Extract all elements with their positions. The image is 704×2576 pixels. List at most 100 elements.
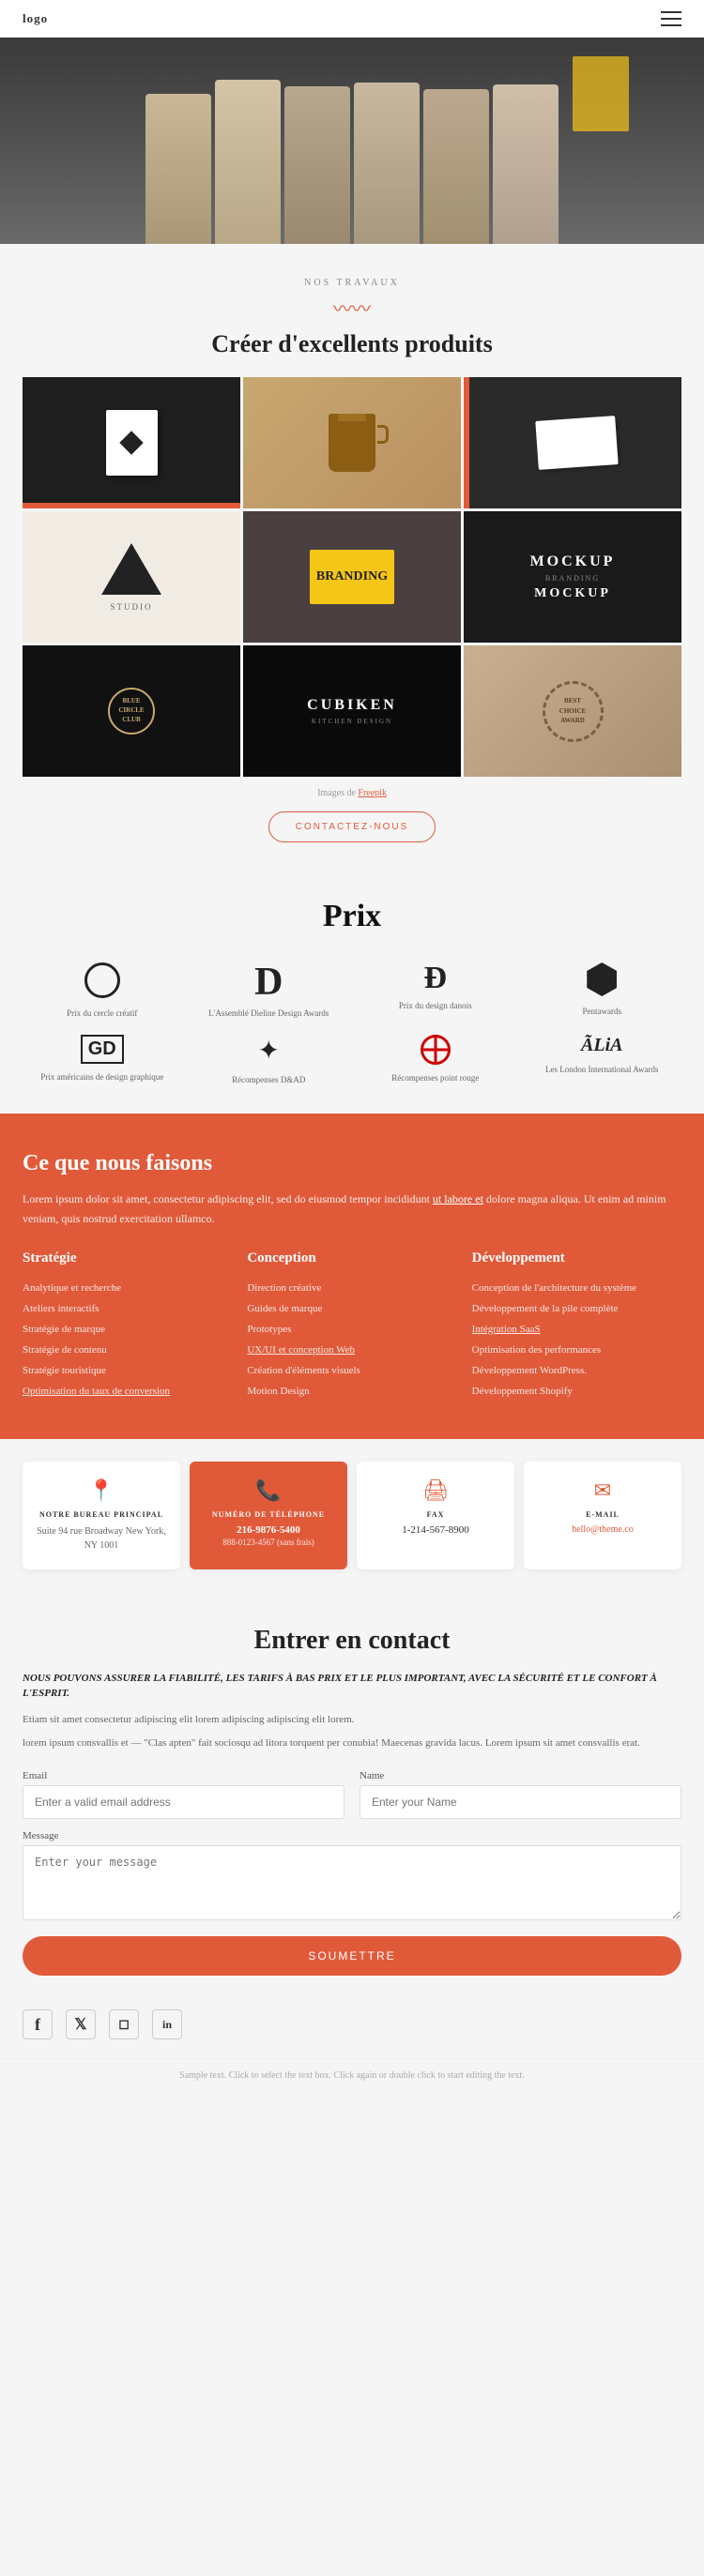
award-lia: ÃLiA Les London International Awards <box>523 1035 682 1086</box>
award-rouge: Récompenses point rouge <box>356 1035 515 1086</box>
name-input[interactable] <box>360 1785 681 1819</box>
award-dansk: Ð Prix du design danois <box>356 962 515 1020</box>
email-field-container: Email <box>23 1770 344 1819</box>
message-label: Message <box>23 1830 681 1841</box>
office-icon: 📍 <box>32 1478 171 1503</box>
grid-item-8[interactable]: CUBIKEN KITCHEN DESIGN <box>243 645 461 777</box>
instagram-icon[interactable]: ◻ <box>109 2009 139 2039</box>
strategie-title: Stratégie <box>23 1250 232 1266</box>
office-text: Suite 94 rue Broadway New York, NY 1001 <box>32 1524 171 1553</box>
grid-item-6[interactable]: MOCKUP BRANDING MOCKUP <box>464 511 681 643</box>
award-dieline: D L'Assemblé Dieline Design Awards <box>190 962 349 1020</box>
gd-icon: GD <box>81 1035 124 1064</box>
fax-icon: 🖨 <box>366 1478 505 1503</box>
conception-item-5: Création d'éléments visuels <box>247 1360 456 1381</box>
phone-card: 📞 NUMÉRO DE TÉLÉPHONE 216-9876-5400 888-… <box>190 1462 347 1569</box>
office-title: NOTRE BUREAU PRINCIPAL <box>32 1510 171 1519</box>
award-label: L'Assemblé Dieline Design Awards <box>208 1008 329 1020</box>
message-input[interactable] <box>23 1845 681 1920</box>
prix-title: Prix <box>23 899 681 934</box>
section-label: NOS TRAVAUX <box>23 278 681 288</box>
name-field-container: Name <box>360 1770 681 1819</box>
hamburger-menu[interactable] <box>661 11 681 26</box>
email-input[interactable] <box>23 1785 344 1819</box>
grid-item-2[interactable] <box>243 377 461 508</box>
services-title: Ce que nous faisons <box>23 1151 681 1176</box>
twitter-icon[interactable]: 𝕏 <box>66 2009 96 2039</box>
footer: Sample text. Click to select the text bo… <box>0 2058 704 2099</box>
email-label: Email <box>23 1770 344 1781</box>
award-label: Pentawards <box>583 1006 622 1018</box>
form-body1: Etiam sit amet consectetur adipiscing el… <box>23 1711 681 1729</box>
strategie-item-1: Analytique et recherche <box>23 1278 232 1298</box>
wave-icon: ✦ <box>258 1035 280 1067</box>
services-intro: Lorem ipsum dolor sit amet, consectetur … <box>23 1190 681 1228</box>
services-link[interactable]: ut labore et <box>433 1192 483 1205</box>
services-columns: Stratégie Analytique et recherche Atelie… <box>23 1250 681 1402</box>
award-pentawards: Pentawards <box>523 962 682 1020</box>
developpement-title: Développement <box>472 1250 681 1266</box>
dev-item-6: Développement Shopify <box>472 1381 681 1402</box>
conception-item-2: Guides de marque <box>247 1298 456 1319</box>
conception-item-6: Motion Design <box>247 1381 456 1402</box>
footer-note: Sample text. Click to select the text bo… <box>23 2070 681 2081</box>
grid-item-1[interactable] <box>23 377 240 508</box>
contact-cards: 📍 NOTRE BUREAU PRINCIPAL Suite 94 rue Br… <box>0 1439 704 1592</box>
phone-number-2: 888-0123-4567 (sans frais) <box>199 1538 338 1547</box>
award-gd: GD Prix américains de design graphique <box>23 1035 182 1086</box>
logo: logo <box>23 11 48 26</box>
form-body2: lorem ipsum consvallis et — "Clas apten"… <box>23 1735 681 1752</box>
hex-icon <box>587 962 617 996</box>
globe-icon <box>421 1035 451 1065</box>
hero-section <box>0 38 704 244</box>
social-bar: f 𝕏 ◻ in <box>0 1998 704 2058</box>
freepik-link[interactable]: Freepik <box>358 788 387 798</box>
strategie-item-5: Stratégie touristique <box>23 1360 232 1381</box>
contact-form-section: Entrer en contact NOUS POUVONS ASSURER L… <box>0 1592 704 1998</box>
contact-button[interactable]: CONTACTEZ-NOUS <box>268 811 436 842</box>
grid-item-5[interactable]: BRANDING <box>243 511 461 643</box>
conception-title: Conception <box>247 1250 456 1266</box>
lia-icon: ÃLiA <box>581 1035 622 1056</box>
strategie-item-2: Ateliers interactifs <box>23 1298 232 1319</box>
award-label: Les London International Awards <box>545 1064 658 1076</box>
cercle-icon <box>84 962 120 998</box>
grid-item-7[interactable]: BLUECIRCLECLUB <box>23 645 240 777</box>
fax-number: 1-214-567-8900 <box>366 1524 505 1536</box>
fax-title: FAX <box>366 1510 505 1519</box>
form-subtitle: NOUS POUVONS ASSURER LA FIABILITÉ, LES T… <box>23 1671 681 1702</box>
prix-section: Prix Prix du cercle créatif D L'Assemblé… <box>0 861 704 1114</box>
d2-icon: Ð <box>423 962 447 994</box>
email-icon: ✉ <box>533 1478 672 1503</box>
developpement-column: Développement Conception de l'architectu… <box>472 1250 681 1402</box>
dev-item-1: Conception de l'architecture du système <box>472 1278 681 1298</box>
office-card: 📍 NOTRE BUREAU PRINCIPAL Suite 94 rue Br… <box>23 1462 180 1569</box>
conception-column: Conception Direction créative Guides de … <box>247 1250 456 1402</box>
strategie-item-4: Stratégie de contenu <box>23 1340 232 1360</box>
phone-number-1: 216-9876-5400 <box>199 1524 338 1536</box>
d-icon: D <box>254 962 283 1002</box>
strategie-item-6[interactable]: Optimisation du taux de conversion <box>23 1381 232 1402</box>
submit-button[interactable]: SOUMETTRE <box>23 1936 681 1976</box>
dev-item-3[interactable]: Intégration SaaS <box>472 1319 681 1340</box>
grid-item-3[interactable] <box>464 377 681 508</box>
award-cercle: Prix du cercle créatif <box>23 962 182 1020</box>
nos-travaux-section: NOS TRAVAUX 〰〰 Créer d'excellents produi… <box>0 244 704 861</box>
facebook-icon[interactable]: f <box>23 2009 53 2039</box>
dev-item-5: Développement WordPress. <box>472 1360 681 1381</box>
grid-item-9[interactable]: BESTCHOICEAWARD <box>464 645 681 777</box>
linkedin-icon[interactable]: in <box>152 2009 182 2039</box>
email-title: E-MAIL <box>533 1510 672 1519</box>
fax-card: 🖨 FAX 1-214-567-8900 <box>357 1462 514 1569</box>
award-label: Récompenses D&AD <box>232 1074 305 1086</box>
name-label: Name <box>360 1770 681 1781</box>
dev-item-4: Optimisation des performances <box>472 1340 681 1360</box>
conception-item-4[interactable]: UX/UI et conception Web <box>247 1340 456 1360</box>
awards-grid-top: Prix du cercle créatif D L'Assemblé Diel… <box>23 962 681 1020</box>
message-field-container: Message <box>23 1830 681 1925</box>
header: logo <box>0 0 704 38</box>
grid-item-4[interactable]: STUDIO <box>23 511 240 643</box>
award-label: Prix du design danois <box>399 1000 472 1012</box>
wavy-divider: 〰〰 <box>23 294 681 321</box>
form-row-top: Email Name <box>23 1770 681 1819</box>
